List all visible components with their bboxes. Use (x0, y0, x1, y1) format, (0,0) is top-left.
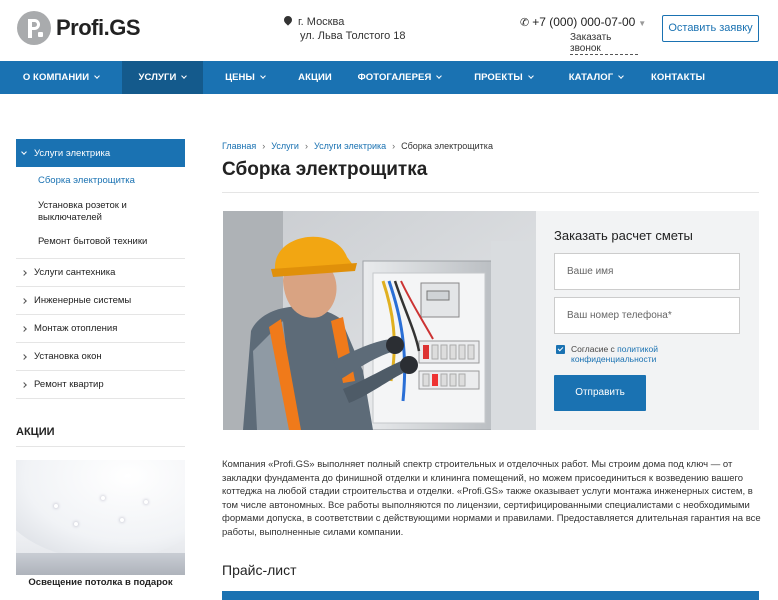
chevron-down-icon (436, 73, 443, 79)
chevron-down-icon[interactable]: ▼ (638, 19, 646, 28)
nav-item-services[interactable]: УСЛУГИ (122, 61, 203, 94)
breadcrumb-current: Сборка электрощитка (401, 141, 493, 151)
name-input[interactable]: Ваше имя (554, 253, 740, 290)
sidebar-item-heating[interactable]: Монтаж отопления (16, 315, 185, 343)
estimate-form: Заказать расчет сметы Ваше имя Ваш номер… (536, 211, 759, 430)
logo-text: Profi.GS (56, 15, 141, 40)
sidebar-subitem-sockets[interactable]: Установка розеток и выключателей (16, 200, 185, 224)
address-city: г. Москва (298, 16, 345, 28)
company-description: Компания «Profi.GS» выполняет полный спе… (222, 459, 761, 538)
sidebar-item-label: Установка окон (34, 351, 102, 362)
site-header: Profi.GS г. Москва ул. Льва Толстого 18 … (0, 0, 778, 61)
chevron-down-icon (527, 73, 534, 79)
agree-text: Согласие с политикой конфиденциальности (571, 344, 658, 364)
chevron-down-icon (21, 148, 27, 155)
phone-input[interactable]: Ваш номер телефона* (554, 297, 740, 334)
sidebar-item-renovation[interactable]: Ремонт квартир (16, 371, 185, 399)
callback-link[interactable]: Заказать звонок (570, 32, 638, 55)
nav-item-about[interactable]: О КОМПАНИИ (0, 61, 122, 94)
nav-label: ЦЕНЫ (225, 72, 255, 83)
nav-label: КАТАЛОГ (568, 72, 614, 83)
breadcrumb-link[interactable]: Услуги (271, 141, 299, 151)
chevron-right-icon (21, 269, 27, 276)
chevron-right-icon (21, 353, 27, 360)
phone-icon: ✆ (520, 17, 530, 29)
privacy-agreement: Согласие с политикой конфиденциальности (556, 344, 658, 364)
electrician-photo (223, 211, 536, 430)
sidebar-item-windows[interactable]: Установка окон (16, 343, 185, 371)
breadcrumb-link[interactable]: Главная (222, 141, 256, 151)
sidebar-submenu: Сборка электрощитка Установка розеток и … (16, 167, 185, 259)
breadcrumb-separator-icon: › (392, 141, 396, 151)
chevron-right-icon (21, 325, 27, 332)
sidebar-item-engineering[interactable]: Инженерные системы (16, 287, 185, 315)
promo-image[interactable] (16, 460, 185, 575)
chevron-down-icon (94, 73, 101, 79)
address-block: г. Москва ул. Льва Толстого 18 (282, 14, 406, 43)
price-list-heading: Прайс-лист (222, 562, 297, 578)
nav-label: КОНТАКТЫ (650, 72, 706, 83)
main-nav: О КОМПАНИИ УСЛУГИ ЦЕНЫ АКЦИИ ФОТОГАЛЕРЕЯ… (0, 61, 778, 94)
page-title: Сборка электрощитка (222, 159, 428, 180)
nav-label: УСЛУГИ (138, 72, 177, 83)
nav-item-catalog[interactable]: КАТАЛОГ (551, 61, 641, 94)
sidebar-item-label: Услуги сантехника (34, 267, 116, 278)
nav-item-contacts[interactable]: КОНТАКТЫ (641, 61, 715, 94)
breadcrumb: Главная › Услуги › Услуги электрика › Сборка э… (222, 141, 493, 151)
nav-label: АКЦИИ (298, 72, 332, 83)
sidebar-item-label: Услуги электрика (34, 147, 111, 159)
sidebar-subitem-appliance-repair[interactable]: Ремонт бытовой техники (16, 236, 185, 248)
breadcrumb-separator-icon: › (262, 141, 266, 151)
sidebar-item-electrician[interactable]: Услуги электрика (16, 139, 185, 167)
breadcrumb-separator-icon: › (304, 141, 308, 151)
price-table-header (222, 591, 759, 600)
chevron-right-icon (21, 381, 27, 388)
privacy-policy-link[interactable]: конфиденциальности (571, 354, 656, 364)
sidebar-item-plumbing[interactable]: Услуги сантехника (16, 259, 185, 287)
sidebar-subitem-panel-assembly[interactable]: Сборка электрощитка (16, 175, 185, 187)
submit-button[interactable]: Отправить (554, 375, 646, 411)
form-title: Заказать расчет сметы (554, 228, 693, 243)
chevron-right-icon (21, 297, 27, 304)
nav-item-gallery[interactable]: ФОТОГАЛЕРЕЯ (343, 61, 456, 94)
promo-caption[interactable]: Освещение потолка в подарок (16, 577, 185, 588)
agree-checkbox[interactable] (556, 345, 565, 354)
nav-item-prices[interactable]: ЦЕНЫ (203, 61, 287, 94)
nav-label: ФОТОГАЛЕРЕЯ (357, 72, 432, 83)
chevron-down-icon (181, 73, 188, 79)
chevron-down-icon (260, 73, 266, 79)
phone-number[interactable]: +7 (000) 000-07-00 (532, 15, 635, 29)
breadcrumb-link[interactable]: Услуги электрика (314, 141, 386, 151)
sidebar-item-label: Инженерные системы (34, 295, 132, 306)
sidebar-item-label: Монтаж отопления (34, 323, 118, 334)
nav-label: ПРОЕКТЫ (474, 72, 523, 83)
address-street: ул. Льва Толстого 18 (300, 30, 406, 42)
promotions-heading: АКЦИИ (16, 426, 55, 438)
divider (222, 192, 759, 193)
leave-request-button[interactable]: Оставить заявку (662, 15, 759, 42)
sidebar-menu: Услуги электрика Сборка электрощитка Уст… (16, 139, 185, 399)
logo[interactable]: Profi.GS (17, 11, 141, 45)
nav-item-projects[interactable]: ПРОЕКТЫ (456, 61, 551, 94)
nav-label: О КОМПАНИИ (22, 72, 90, 83)
sidebar-item-label: Ремонт квартир (34, 379, 104, 390)
chevron-down-icon (618, 73, 625, 79)
phone-block: ✆ +7 (000) 000-07-00 ▼ Заказать звонок (520, 15, 646, 55)
location-pin-icon (282, 14, 294, 26)
logo-icon (17, 11, 51, 45)
divider (16, 446, 185, 447)
privacy-policy-link[interactable]: политикой (617, 344, 658, 354)
nav-item-promotions[interactable]: АКЦИИ (287, 61, 343, 94)
